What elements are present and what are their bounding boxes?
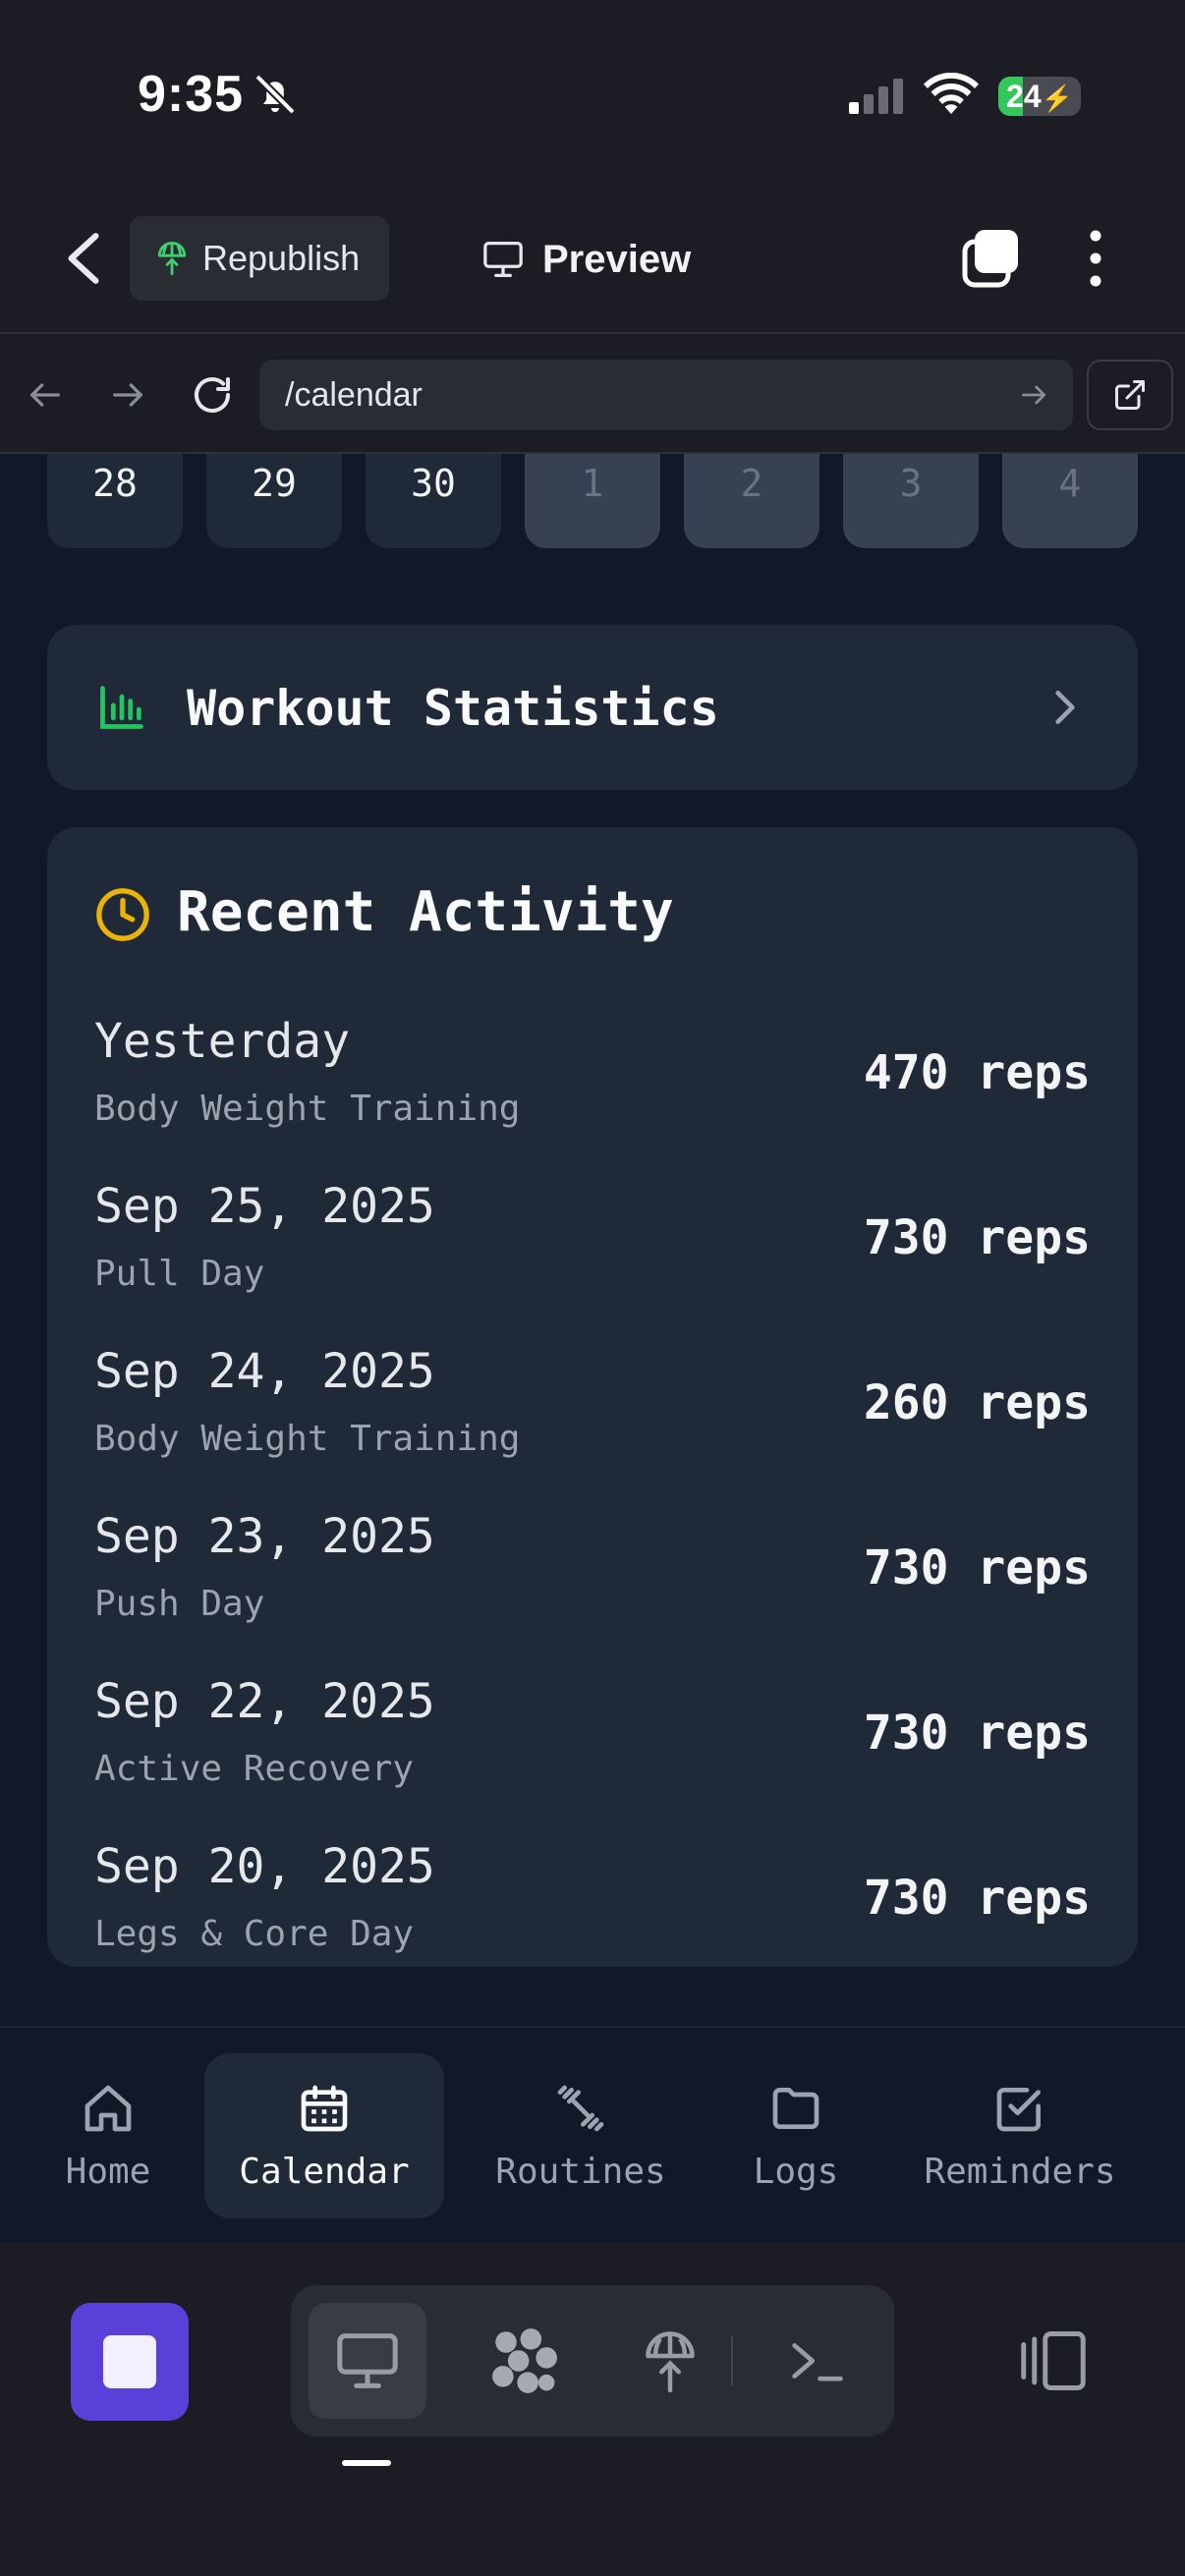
tool-switcher [291,2285,894,2436]
calendar-day[interactable]: 3 [843,454,979,548]
calendar-day[interactable]: 2 [684,454,819,548]
activity-name: Active Recovery [94,1749,415,1789]
activity-date: Sep 25, 2025 [94,1179,435,1234]
desktop-tool-button[interactable] [309,2303,426,2419]
calendar-day[interactable]: 30 [366,454,501,548]
tabs-icon[interactable] [959,226,1024,291]
calendar-day[interactable]: 1 [525,454,660,548]
activity-item[interactable]: Sep 22, 2025 Active Recovery 730 reps [94,1674,1091,1839]
recent-activity-card: Recent Activity Yesterday Body Weight Tra… [47,827,1138,1967]
activity-reps: 730 reps [863,1871,1091,1926]
chevron-right-icon [1055,691,1075,724]
nav-forward-icon[interactable] [108,375,147,415]
wifi-icon [924,73,979,114]
home-indicator [342,2460,391,2466]
clock-icon [96,888,149,941]
dumbbell-icon [557,2085,604,2131]
check-square-icon [996,2087,1041,2131]
go-arrow-icon[interactable] [1018,379,1049,411]
activity-name: Legs & Core Day [94,1914,415,1954]
reload-icon[interactable] [189,371,236,419]
terminal-icon [792,2343,843,2381]
url-text: /calendar [285,375,423,414]
nav-item-home[interactable]: Home [39,2053,177,2218]
nav-item-calendar[interactable]: Calendar [204,2053,444,2218]
activity-reps: 730 reps [863,1540,1091,1596]
activity-item[interactable]: Sep 25, 2025 Pull Day 730 reps [94,1179,1091,1344]
signal-icon [849,79,903,114]
activity-item[interactable]: Sep 20, 2025 Legs & Core Day 730 reps [94,1839,1091,2004]
activity-reps: 730 reps [863,1210,1091,1265]
activity-reps: 470 reps [863,1045,1091,1100]
back-button[interactable] [59,228,108,289]
republish-button[interactable]: Republish [130,216,389,301]
workout-statistics-card[interactable]: Workout Statistics [47,625,1138,790]
recent-activity-title: Recent Activity [177,880,674,944]
activity-item[interactable]: Sep 24, 2025 Body Weight Training 260 reps [94,1344,1091,1509]
charging-bolt-icon: ⚡ [1041,84,1073,113]
open-external-button[interactable] [1087,360,1173,430]
app-viewport: 28 29 30 1 2 3 4 Workout Statistics Recent Act… [0,454,1185,2242]
monitor-icon [483,241,523,277]
folder-icon [772,2087,819,2129]
activity-item[interactable]: Sep 23, 2025 Push Day 730 reps [94,1509,1091,1674]
divider [731,2336,733,2385]
activity-name: Body Weight Training [94,1089,521,1129]
nav-label: Reminders [924,2151,1116,2192]
activity-name: Push Day [94,1584,265,1624]
terminal-tool-button[interactable] [759,2303,876,2419]
nav-item-reminders[interactable]: Reminders [908,2053,1132,2218]
preview-label: Preview [542,237,692,281]
bottom-navigation: Home Calendar Routines Logs Reminders [0,2026,1185,2240]
url-input[interactable]: /calendar [259,360,1073,430]
calendar-day[interactable]: 28 [47,454,183,548]
bell-off-icon [254,74,296,115]
deploy-icon [157,242,187,276]
deploy-icon [646,2331,695,2393]
activity-name: Body Weight Training [94,1419,521,1459]
panel-toggle-icon[interactable] [1018,2328,1089,2393]
apps-tool-button[interactable] [466,2303,584,2419]
calendar-day[interactable]: 4 [1002,454,1138,548]
activity-reps: 260 reps [863,1375,1091,1430]
nav-back-icon[interactable] [26,375,65,415]
battery-level: 24 [1006,79,1042,114]
stop-button[interactable] [71,2303,189,2421]
activity-reps: 730 reps [863,1706,1091,1761]
activity-name: Pull Day [94,1254,265,1294]
calendar-icon [301,2085,348,2131]
status-time: 9:35 [138,66,245,123]
nav-label: Logs [753,2151,839,2192]
activity-date: Sep 24, 2025 [94,1344,435,1399]
activity-item[interactable]: Yesterday Body Weight Training 470 reps [94,1014,1091,1179]
activity-date: Sep 23, 2025 [94,1509,435,1564]
battery-indicator: 24⚡ [998,77,1081,116]
bar-chart-icon [100,686,143,729]
activity-date: Sep 20, 2025 [94,1839,435,1894]
nav-item-routines[interactable]: Routines [476,2053,686,2218]
home-icon [85,2085,132,2131]
cluster-icon [492,2328,557,2393]
nav-label: Home [65,2151,151,2192]
nav-label: Calendar [239,2151,410,2192]
monitor-icon [337,2333,398,2388]
activity-date: Yesterday [94,1014,351,1069]
activity-date: Sep 22, 2025 [94,1674,435,1729]
external-link-icon [1115,380,1145,410]
more-options-icon[interactable] [1081,226,1110,291]
workout-statistics-title: Workout Statistics [187,680,719,737]
nav-item-logs[interactable]: Logs [727,2053,865,2218]
deploy-tool-button[interactable] [611,2303,729,2419]
republish-label: Republish [202,238,361,278]
preview-button[interactable]: Preview [481,228,691,291]
calendar-day[interactable]: 29 [206,454,342,548]
nav-label: Routines [495,2151,666,2192]
